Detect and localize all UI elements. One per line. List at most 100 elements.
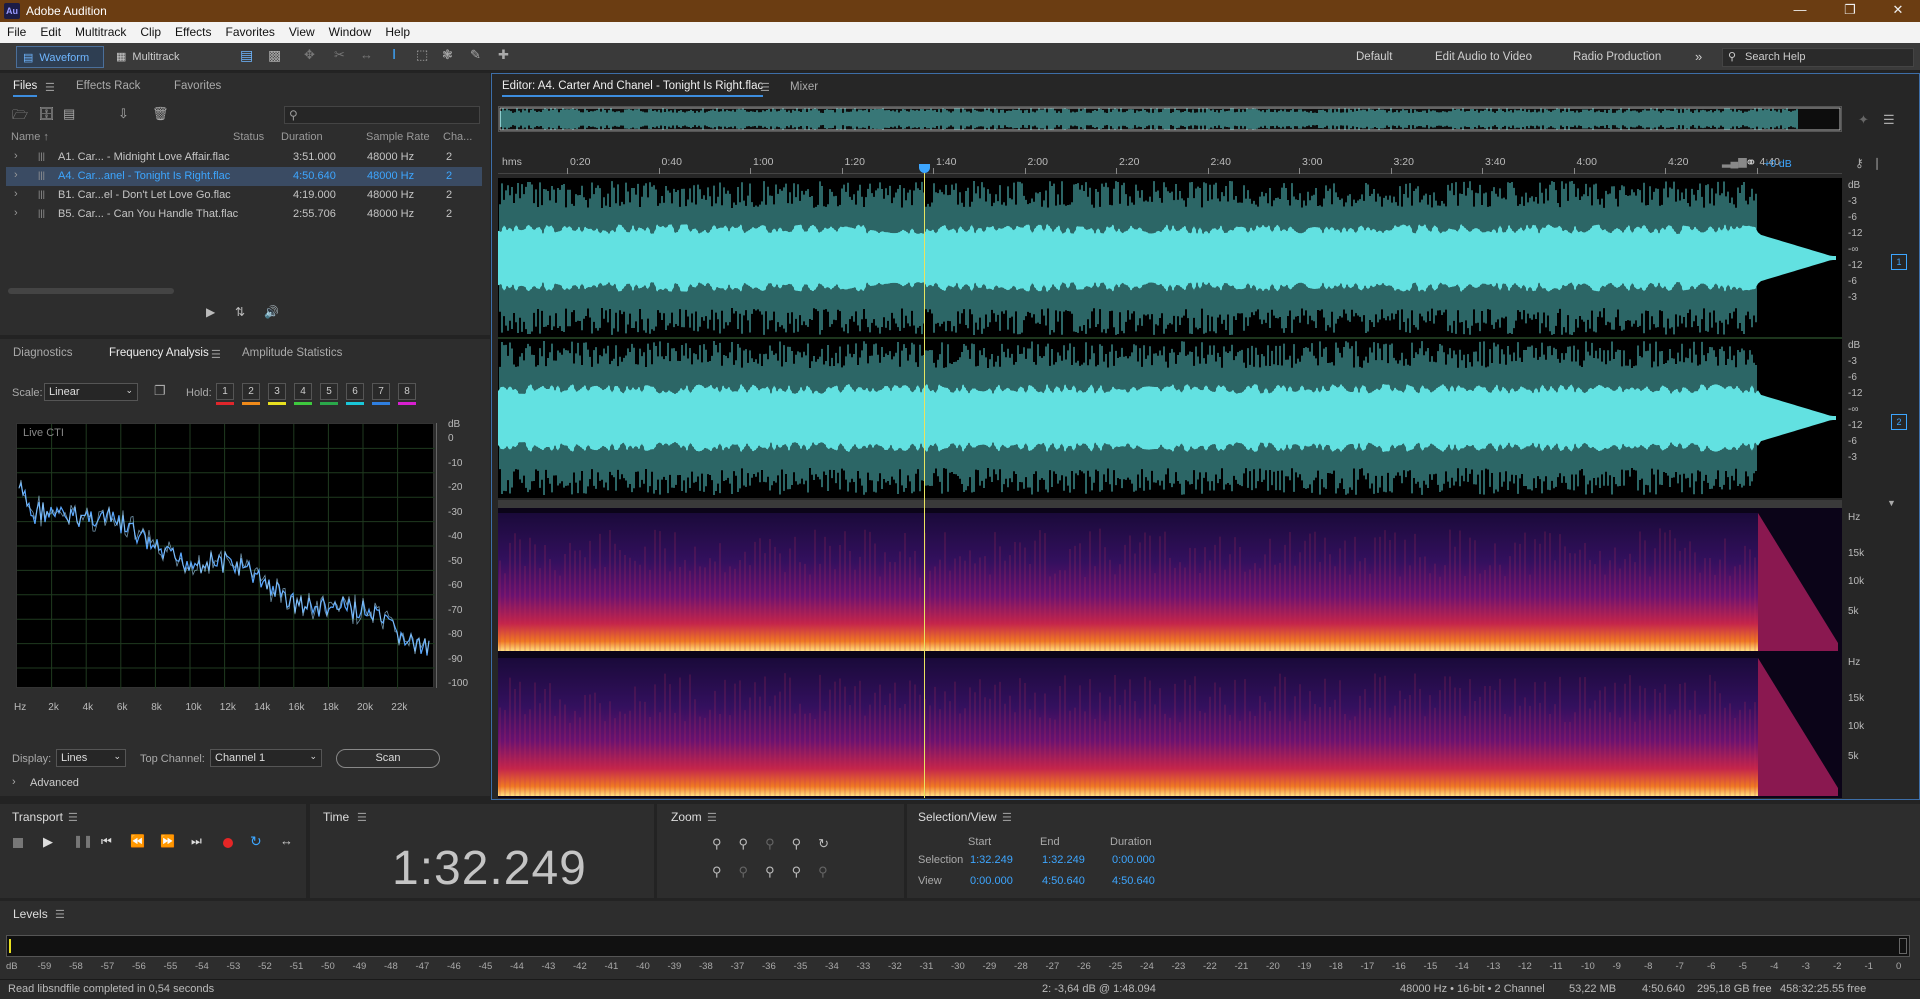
selection-menu-icon[interactable]: ☰ <box>1002 811 1012 824</box>
zoom-track-icon[interactable]: ⚲ <box>818 864 845 879</box>
chevron-right-icon[interactable]: › <box>14 169 18 181</box>
waveform-display[interactable] <box>498 178 1842 498</box>
skip-to-start-icon[interactable]: ⏮ <box>101 834 112 849</box>
menu-multitrack[interactable]: Multitrack <box>68 22 133 39</box>
new-file-icon[interactable]: ▤ <box>63 106 75 122</box>
time-selection-tool-icon[interactable]: I <box>392 46 396 63</box>
tab-mixer[interactable]: Mixer <box>790 81 818 93</box>
menu-view[interactable]: View <box>282 22 322 39</box>
chevron-right-icon[interactable]: › <box>14 188 18 200</box>
menu-file[interactable]: File <box>0 22 33 39</box>
channel-1-badge[interactable]: 1 <box>1891 254 1907 270</box>
col-duration[interactable]: Duration <box>281 131 323 143</box>
chevron-down-icon[interactable]: ▼ <box>1887 498 1896 508</box>
zoom-out-full-icon[interactable]: ⚲ <box>792 864 819 879</box>
col-name[interactable]: Name ↑ <box>11 131 49 143</box>
view-start[interactable]: 0:00.000 <box>970 875 1013 887</box>
pin-icon[interactable]: ❘ <box>1872 156 1882 170</box>
selection-end[interactable]: 1:32.249 <box>1042 854 1085 866</box>
skip-selection-icon[interactable]: ↔ <box>280 833 293 848</box>
analysis-menu-icon[interactable]: ☰ <box>211 348 221 361</box>
workspace-edit-audio-to-video[interactable]: Edit Audio to Video <box>1435 47 1532 67</box>
menu-window[interactable]: Window <box>322 22 379 39</box>
advanced-toggle[interactable]: Advanced <box>30 777 79 789</box>
menu-effects[interactable]: Effects <box>168 22 218 39</box>
record-icon[interactable] <box>223 838 233 848</box>
view-duration[interactable]: 4:50.640 <box>1112 875 1155 887</box>
slip-tool-icon[interactable]: ↔ <box>360 47 373 62</box>
razor-tool-icon[interactable]: ✂ <box>334 47 345 63</box>
import-file-icon[interactable]: 🗄 <box>38 106 55 122</box>
files-menu-icon[interactable]: ☰ <box>45 81 55 94</box>
zoom-out-time-icon[interactable]: ⚲ <box>739 864 766 879</box>
time-ruler[interactable]: hms 0:20 0:40 1:00 1:20 1:40 2:00 2:20 2:40 3:00 3… <box>498 154 1842 174</box>
tab-favorites[interactable]: Favorites <box>174 80 221 92</box>
files-scrollbar[interactable] <box>8 288 174 294</box>
more-workspaces-icon[interactable]: » <box>1695 47 1702 67</box>
search-help-input[interactable]: ⚲ Search Help <box>1722 48 1914 67</box>
restore-icon[interactable]: ❐ <box>1830 2 1870 20</box>
chevron-right-icon[interactable]: › <box>14 150 18 162</box>
pause-icon[interactable]: ❚❚ <box>73 834 93 848</box>
marquee-tool-icon[interactable]: ⬚ <box>416 47 428 63</box>
overview-navigator[interactable] <box>498 106 1842 132</box>
gain-value[interactable]: +0 dB <box>1764 158 1792 170</box>
hold-button-3[interactable]: 3 <box>268 383 286 400</box>
display-dropdown[interactable]: Lines ⌄ <box>56 749 126 767</box>
zoom-menu-icon[interactable]: ☰ <box>707 811 717 824</box>
loop-playback-icon[interactable]: ↻ <box>250 833 262 850</box>
waveform-view-icon[interactable]: ▤ <box>240 47 253 64</box>
zoom-in-out-point-icon[interactable]: ⚲ <box>765 864 792 879</box>
menu-clip[interactable]: Clip <box>133 22 168 39</box>
playhead[interactable] <box>923 168 925 798</box>
zoom-out-amplitude-icon[interactable]: ⚲ <box>739 836 766 851</box>
zoom-in-point-icon[interactable]: ⚲ <box>765 836 792 851</box>
scale-dropdown[interactable]: Linear ⌄ <box>44 383 138 401</box>
view-end[interactable]: 4:50.640 <box>1042 875 1085 887</box>
playhead-handle[interactable] <box>918 164 930 173</box>
fast-forward-icon[interactable]: ⏩ <box>160 834 175 848</box>
tab-effects-rack[interactable]: Effects Rack <box>76 80 140 92</box>
spectral-display[interactable] <box>498 508 1842 798</box>
workspace-default[interactable]: Default <box>1356 47 1392 67</box>
col-channels[interactable]: Cha... <box>443 131 472 143</box>
tab-files[interactable]: Files <box>13 80 38 97</box>
zoom-in-time-icon[interactable]: ⚲ <box>712 864 739 879</box>
minimize-icon[interactable]: — <box>1780 2 1820 20</box>
spot-healing-tool-icon[interactable]: ✚ <box>498 47 509 63</box>
hold-button-4[interactable]: 4 <box>294 383 312 400</box>
close-icon[interactable]: ✕ <box>1878 2 1918 20</box>
waveform-mode-button[interactable]: ▤ Waveform <box>16 46 104 68</box>
brush-tool-icon[interactable]: ✎ <box>470 47 481 63</box>
col-status[interactable]: Status <box>233 131 264 143</box>
zoom-nav-icon[interactable]: ✦ <box>1858 112 1869 128</box>
file-row[interactable]: › ||| B1. Car...el - Don't Let Love Go.fla… <box>6 186 482 205</box>
lasso-tool-icon[interactable]: ❃ <box>442 47 453 63</box>
delete-file-icon[interactable]: 🗑 <box>152 106 169 122</box>
open-file-icon[interactable]: 🗁 <box>12 106 28 128</box>
headphones-icon[interactable]: ⚷ <box>1855 156 1864 170</box>
chevron-right-icon[interactable]: › <box>12 776 16 788</box>
selection-start[interactable]: 1:32.249 <box>970 854 1013 866</box>
rewind-icon[interactable]: ⏪ <box>130 834 145 848</box>
panel-options-icon[interactable]: ☰ <box>1883 112 1895 128</box>
hold-button-6[interactable]: 6 <box>346 383 364 400</box>
play-preview-icon[interactable]: ▶ <box>206 305 215 319</box>
transport-menu-icon[interactable]: ☰ <box>68 811 78 824</box>
move-tool-icon[interactable]: ✥ <box>304 47 315 63</box>
play-icon[interactable]: ▶ <box>43 834 53 850</box>
time-menu-icon[interactable]: ☰ <box>357 811 367 824</box>
stop-icon[interactable] <box>13 838 23 848</box>
menu-favorites[interactable]: Favorites <box>219 22 282 39</box>
tab-diagnostics[interactable]: Diagnostics <box>13 347 72 359</box>
hold-button-8[interactable]: 8 <box>398 383 416 400</box>
top-channel-dropdown[interactable]: Channel 1 ⌄ <box>210 749 322 767</box>
spectral-view-icon[interactable]: ▩ <box>268 47 281 64</box>
zoom-in-amplitude-icon[interactable]: ⚲ <box>712 836 739 851</box>
advanced-options-icon[interactable]: ❐ <box>154 383 166 399</box>
workspace-radio-production[interactable]: Radio Production <box>1573 47 1661 67</box>
selection-duration[interactable]: 0:00.000 <box>1112 854 1155 866</box>
hold-button-5[interactable]: 5 <box>320 383 338 400</box>
hold-button-1[interactable]: 1 <box>216 383 234 400</box>
skip-to-end-icon[interactable]: ⏭ <box>191 834 202 849</box>
